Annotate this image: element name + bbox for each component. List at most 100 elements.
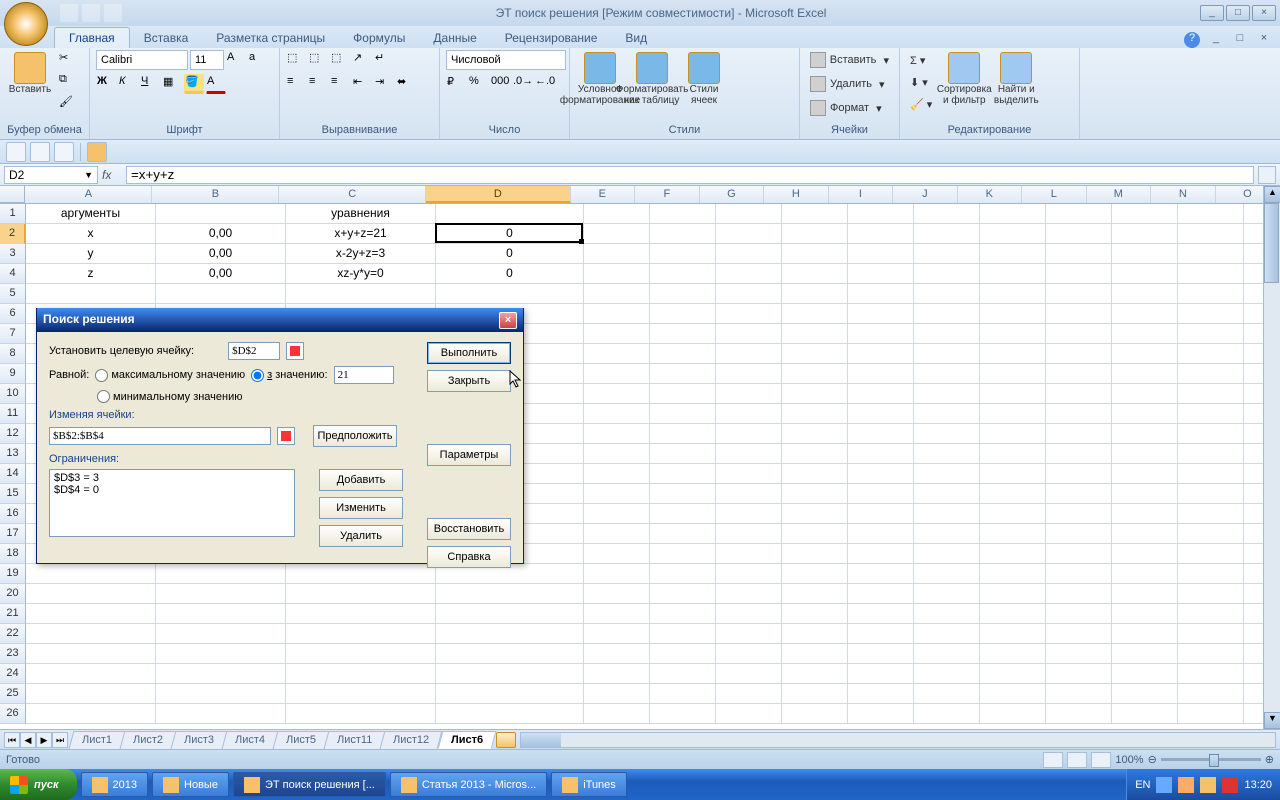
cell[interactable] xyxy=(436,284,584,304)
cell[interactable] xyxy=(1046,484,1112,504)
taskbar-item[interactable]: ЭТ поиск решения [... xyxy=(233,772,386,797)
close-button[interactable]: × xyxy=(1252,5,1276,21)
cell[interactable] xyxy=(716,224,782,244)
cell[interactable] xyxy=(980,704,1046,724)
cell[interactable] xyxy=(980,504,1046,524)
maximize-button[interactable]: □ xyxy=(1226,5,1250,21)
cell[interactable] xyxy=(782,524,848,544)
cell[interactable] xyxy=(716,504,782,524)
wrap-text-icon[interactable]: ↵ xyxy=(374,50,394,70)
fill-color-icon[interactable]: 🪣 xyxy=(184,74,204,94)
cell[interactable] xyxy=(980,664,1046,684)
formula-input[interactable] xyxy=(126,166,1254,184)
cell[interactable] xyxy=(584,524,650,544)
cell[interactable] xyxy=(26,584,156,604)
cell[interactable] xyxy=(650,284,716,304)
align-bottom-icon[interactable]: ⬚ xyxy=(330,50,350,70)
redo-icon[interactable] xyxy=(104,4,122,22)
cell[interactable] xyxy=(980,204,1046,224)
align-right-icon[interactable]: ≡ xyxy=(330,74,350,94)
scroll-down-icon[interactable]: ▼ xyxy=(1264,712,1280,729)
cell[interactable] xyxy=(1112,684,1178,704)
cell[interactable] xyxy=(914,384,980,404)
sheet-tab[interactable]: Лист12 xyxy=(380,731,443,749)
taskbar-item[interactable]: 2013 xyxy=(81,772,148,797)
cell[interactable] xyxy=(1178,644,1244,664)
cell[interactable] xyxy=(914,604,980,624)
row-header[interactable]: 21 xyxy=(0,604,26,624)
cell[interactable] xyxy=(1112,384,1178,404)
format-cells-button[interactable]: Формат ▾ xyxy=(806,98,893,118)
cell[interactable] xyxy=(848,464,914,484)
cell[interactable] xyxy=(848,584,914,604)
prev-sheet-icon[interactable]: ◀ xyxy=(20,732,36,748)
cell[interactable] xyxy=(980,324,1046,344)
cell[interactable] xyxy=(914,524,980,544)
radio-max[interactable]: максимальному значению xyxy=(95,369,245,382)
cell[interactable] xyxy=(1046,384,1112,404)
cell[interactable] xyxy=(782,624,848,644)
start-button[interactable]: пуск xyxy=(0,769,77,800)
dec-decimal-icon[interactable]: ←.0 xyxy=(534,74,554,94)
solve-button[interactable]: Выполнить xyxy=(427,342,511,364)
language-indicator[interactable]: EN xyxy=(1135,779,1150,791)
cell-styles-button[interactable]: Стили ячеек xyxy=(680,50,728,123)
cell[interactable] xyxy=(286,684,436,704)
row-header[interactable]: 12 xyxy=(0,424,26,444)
row-header[interactable]: 26 xyxy=(0,704,26,724)
reset-button[interactable]: Восстановить xyxy=(427,518,511,540)
cell[interactable] xyxy=(1112,324,1178,344)
cell[interactable] xyxy=(584,344,650,364)
cell[interactable] xyxy=(1112,224,1178,244)
ref-picker-icon[interactable] xyxy=(277,427,295,445)
ribbon-tab-formulas[interactable]: Формулы xyxy=(339,28,419,48)
column-header[interactable]: D xyxy=(426,186,571,203)
cell[interactable] xyxy=(1112,564,1178,584)
horizontal-scrollbar[interactable] xyxy=(520,732,1276,748)
align-center-icon[interactable]: ≡ xyxy=(308,74,328,94)
cell[interactable] xyxy=(1112,504,1178,524)
radio-min[interactable]: минимальному значению xyxy=(97,390,243,403)
sheet-tab[interactable]: Лист11 xyxy=(324,731,386,749)
cell[interactable] xyxy=(1178,484,1244,504)
cell[interactable] xyxy=(914,564,980,584)
cell[interactable] xyxy=(1112,524,1178,544)
cell[interactable] xyxy=(1046,464,1112,484)
cell[interactable] xyxy=(436,584,584,604)
cell[interactable] xyxy=(584,644,650,664)
cell[interactable] xyxy=(782,204,848,224)
constraint-item[interactable]: $D$4 = 0 xyxy=(54,484,290,496)
row-header[interactable]: 6 xyxy=(0,304,26,324)
cell[interactable] xyxy=(584,264,650,284)
column-header[interactable]: J xyxy=(893,186,958,203)
value-input[interactable] xyxy=(334,366,394,384)
sheet-tab[interactable]: Лист5 xyxy=(273,731,330,749)
cell[interactable] xyxy=(716,464,782,484)
cell[interactable] xyxy=(650,444,716,464)
cell[interactable] xyxy=(782,344,848,364)
cell[interactable] xyxy=(848,324,914,344)
cell[interactable] xyxy=(716,444,782,464)
number-format-select[interactable] xyxy=(446,50,566,70)
next-sheet-icon[interactable]: ▶ xyxy=(36,732,52,748)
cell[interactable] xyxy=(716,364,782,384)
constraint-item[interactable]: $D$3 = 3 xyxy=(54,472,290,484)
cell[interactable] xyxy=(848,604,914,624)
cell[interactable] xyxy=(716,584,782,604)
cell[interactable] xyxy=(650,704,716,724)
row-header[interactable]: 10 xyxy=(0,384,26,404)
cell[interactable] xyxy=(914,224,980,244)
row-header[interactable]: 22 xyxy=(0,624,26,644)
cell[interactable]: 0,00 xyxy=(156,224,286,244)
cell[interactable] xyxy=(650,304,716,324)
cell[interactable]: уравнения xyxy=(286,204,436,224)
cell[interactable] xyxy=(650,324,716,344)
cell[interactable] xyxy=(716,664,782,684)
cell[interactable] xyxy=(650,564,716,584)
save-icon[interactable] xyxy=(60,4,78,22)
cell[interactable] xyxy=(584,204,650,224)
cell[interactable] xyxy=(1178,364,1244,384)
delete-constraint-button[interactable]: Удалить xyxy=(319,525,403,547)
cell[interactable] xyxy=(980,444,1046,464)
cell[interactable] xyxy=(782,244,848,264)
